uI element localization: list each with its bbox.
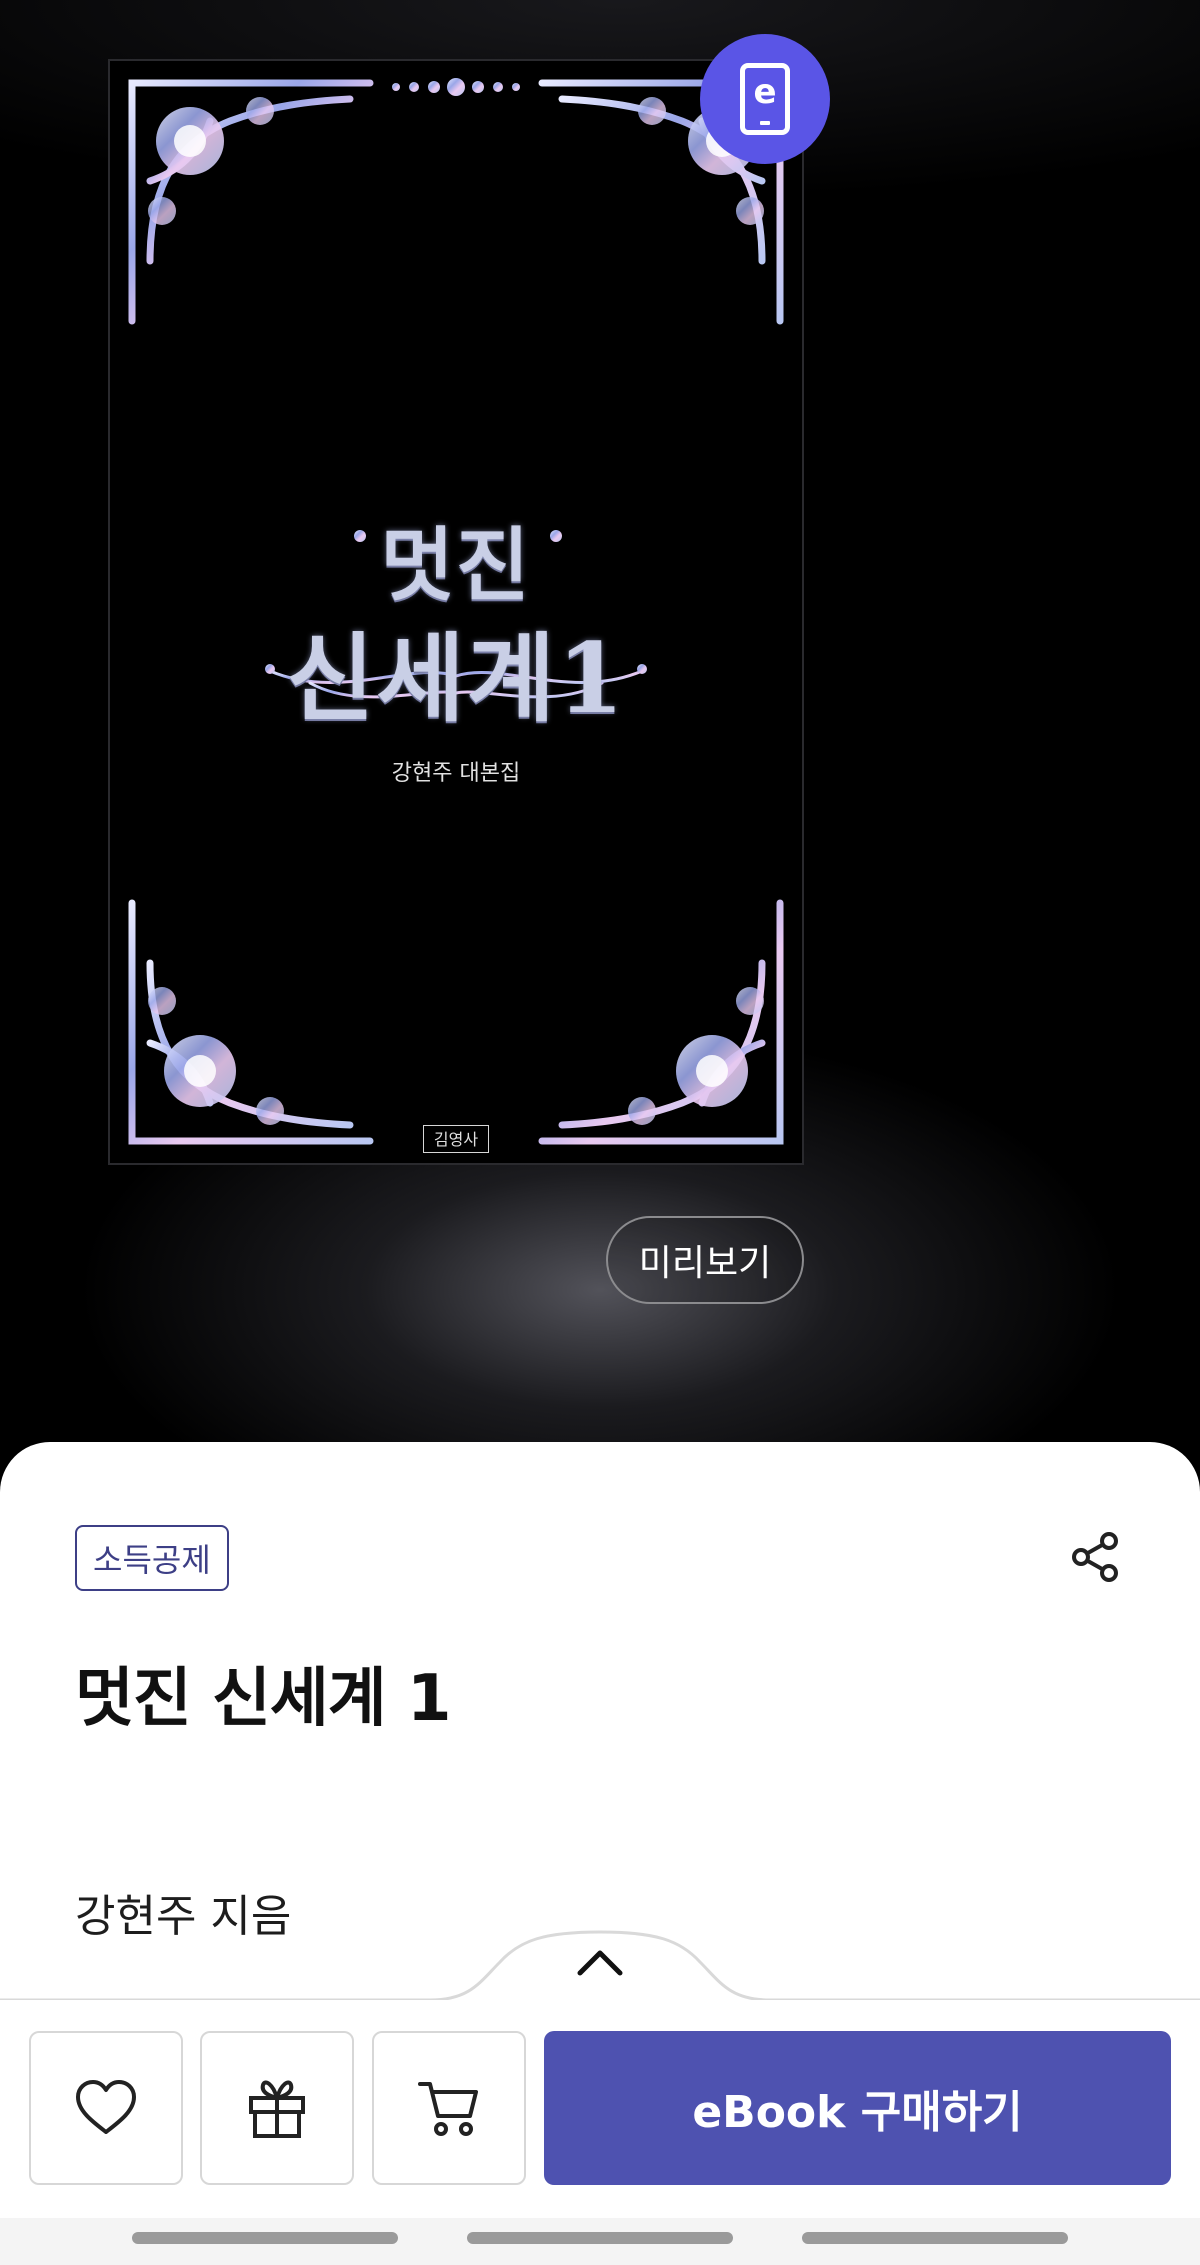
income-deduction-tag: 소득공제 <box>75 1525 229 1591</box>
book-title: 멋진 신세계 1 <box>75 1662 451 1736</box>
cover-title-line1: 멋진 <box>380 518 532 612</box>
nav-recents-handle[interactable] <box>132 2232 398 2244</box>
heart-icon <box>76 2080 136 2134</box>
ebook-letter: e <box>753 72 777 112</box>
book-detail-screen: 멋진 신세계1 강현주 대본집 김영사 e 미리보기 소득공제 멋진 신세계 1 <box>0 0 1200 2265</box>
book-cover[interactable]: 멋진 신세계1 강현주 대본집 김영사 <box>108 59 804 1165</box>
cover-title-line2: 신세계1 <box>286 622 626 735</box>
gift-button[interactable] <box>200 2031 354 2185</box>
nav-home-handle[interactable] <box>467 2232 733 2244</box>
cover-subtitle: 강현주 대본집 <box>391 761 521 786</box>
chevron-up-icon <box>577 1950 623 1976</box>
share-icon <box>1072 1532 1118 1582</box>
hero-section: 멋진 신세계1 강현주 대본집 김영사 e 미리보기 <box>0 0 1200 1460</box>
system-navigation-bar <box>0 2218 1200 2265</box>
buy-ebook-button[interactable]: eBook 구매하기 <box>544 2031 1171 2185</box>
device-home-indicator <box>760 121 770 125</box>
wishlist-button[interactable] <box>29 2031 183 2185</box>
cover-publisher-logo: 김영사 <box>423 1125 489 1153</box>
gift-icon <box>249 2080 305 2138</box>
nav-back-handle[interactable] <box>802 2232 1068 2244</box>
bottom-action-bar: eBook 구매하기 <box>0 2000 1200 2218</box>
cart-button[interactable] <box>372 2031 526 2185</box>
preview-button[interactable]: 미리보기 <box>606 1216 804 1304</box>
ebook-device-icon: e <box>740 63 790 135</box>
expand-button[interactable] <box>560 1932 640 1992</box>
ebook-badge: e <box>700 34 830 164</box>
share-button[interactable] <box>1062 1524 1128 1590</box>
cart-icon <box>418 2082 478 2136</box>
